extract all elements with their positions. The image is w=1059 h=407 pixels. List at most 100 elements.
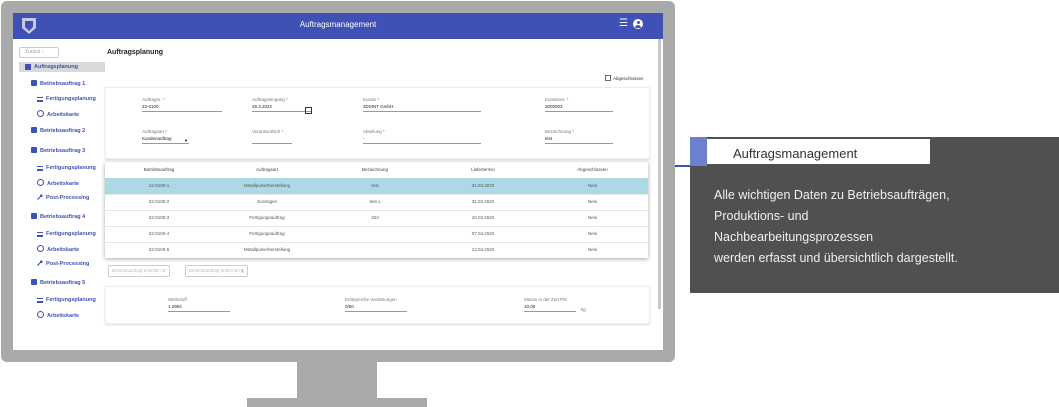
table-header[interactable]: Auftragsart: [213, 162, 321, 178]
table-header[interactable]: Betriebsauftrag: [105, 162, 213, 178]
table-cell: Nein: [587, 215, 598, 220]
main-content: Auftragsplanung Abgeschlossen Auftragnr.…: [105, 39, 657, 350]
masse-field[interactable]: Masse in der Zerl.P0/10,00 kg: [524, 297, 586, 312]
list-icon: [37, 166, 43, 171]
table-cell: 323: [371, 215, 379, 220]
doc-icon: [31, 127, 37, 133]
checkbox-box: [605, 75, 611, 81]
sidebar-item-arbeitskarte[interactable]: Arbeitskarte: [37, 110, 79, 119]
table-cell: 22-0100-4: [148, 231, 170, 236]
circle-icon: [37, 311, 44, 318]
table-cell: Nein: [587, 231, 598, 236]
dropdown-arrow-icon: ▼: [184, 138, 188, 143]
account-icon[interactable]: [633, 19, 643, 29]
info-title-box: Auftragsmanagement: [707, 139, 930, 164]
table-header[interactable]: Bezeichnung: [321, 162, 429, 178]
sidebar-item-arbeitskarte[interactable]: Arbeitskarte: [37, 311, 79, 320]
abgeschlossen-checkbox[interactable]: Abgeschlossen: [605, 75, 644, 81]
sidebar-item-fertigungsplanung[interactable]: Fertigungsplanung: [37, 230, 96, 239]
verduesungen-field: Erfolgreiche Verdüsungen 0/50: [345, 297, 407, 312]
doc-icon: [31, 279, 37, 285]
table-cell: Nein: [587, 183, 598, 188]
back-button[interactable]: Zurück ‹: [19, 47, 59, 58]
list-icon: [37, 232, 43, 237]
sidebar-item-betriebsauftrag-5[interactable]: Betriebsauftrag 5: [31, 279, 85, 288]
wrench-icon: [37, 260, 43, 266]
table-cell: 22-0100-5: [148, 247, 170, 252]
sidebar-item-post-processing[interactable]: Post-Processing: [37, 260, 89, 269]
kundennr-field[interactable]: Kundennr. * 3000003: [545, 97, 613, 112]
doc-icon: [31, 147, 37, 153]
table-cell: 10.03.2022: [471, 215, 495, 220]
table-cell: 12.04.2022: [471, 247, 495, 252]
table-cell: [321, 242, 429, 258]
table-cell: Sonstiges: [257, 199, 277, 204]
calendar-icon[interactable]: [305, 107, 312, 114]
table-row[interactable]: 22-0100-2 Sonstiges test o 31.03.2022 Ne…: [105, 194, 648, 211]
monitor-frame: Auftragsmanagement ☰ Zurück ‹ Auftragspl…: [1, 1, 675, 362]
app-title: Auftragsmanagement: [299, 20, 377, 29]
verantwortlich-field[interactable]: Verantwortlich *: [252, 129, 292, 144]
table-cell: 22-0100-1: [148, 183, 170, 188]
auftragnr-field[interactable]: Auftragnr. * 22-0100: [142, 97, 222, 112]
table-cell: [321, 226, 429, 242]
circle-icon: [37, 245, 44, 252]
doc-icon: [31, 213, 37, 219]
sidebar-item-arbeitskarte[interactable]: Arbeitskarte: [37, 245, 79, 254]
sidebar-item-betriebsauftrag-2[interactable]: Betriebsauftrag 2: [31, 127, 85, 136]
sidebar-item-fertigungsplanung[interactable]: Fertigungsplanung: [37, 95, 96, 104]
table-row[interactable]: 22-0100-4 Fertigungsauftrag 07.04.2022 N…: [105, 226, 648, 243]
sidebar-item-auftragsplanung[interactable]: Auftragsplanung: [19, 62, 105, 72]
add-icon: ⊕: [162, 268, 166, 273]
table-cell: 22-0100-2: [148, 199, 170, 204]
werkstoff-field: Werkstoff 1.2964: [168, 297, 230, 312]
doc-icon: [31, 80, 37, 86]
table-cell: 22-0100-3: [148, 215, 170, 220]
monitor-neck: [297, 362, 377, 398]
sidebar-item-betriebsauftrag-4[interactable]: Betriebsauftrag 4: [31, 213, 85, 222]
menu-icon[interactable]: ☰: [619, 18, 628, 29]
table-row[interactable]: 22-0100-3 Fertigungsauftrag 323 10.03.20…: [105, 210, 648, 227]
sidebar-item-fertigungsplanung[interactable]: Fertigungsplanung: [37, 164, 96, 173]
betriebsauftrag-entfernen-button[interactable]: Betriebsauftrag entfernen ▮: [185, 265, 248, 277]
sidebar: Zurück ‹ Auftragsplanung Betriebsauftrag…: [13, 39, 105, 350]
unit-label: kg: [581, 307, 586, 312]
table-cell: Metallpulverherstellung: [243, 183, 291, 188]
betriebsauftrag-table: Betriebsauftrag Auftragsart Bezeichnung …: [105, 162, 648, 258]
table-cell: Fertigungsauftrag: [249, 231, 285, 236]
table-cell: 31.03.2022: [471, 199, 495, 204]
sidebar-item-betriebsauftrag-1[interactable]: Betriebsauftrag 1: [31, 80, 85, 89]
scrollbar[interactable]: [658, 39, 661, 309]
info-title: Auftragsmanagement: [733, 146, 858, 161]
sidebar-item-arbeitskarte[interactable]: Arbeitskarte: [37, 179, 79, 188]
info-panel: Auftragsmanagement Alle wichtigen Daten …: [690, 137, 1059, 293]
list-icon: [37, 298, 43, 303]
sidebar-item-fertigungsplanung[interactable]: Fertigungsplanung: [37, 296, 96, 305]
table-header[interactable]: Liefertermin: [429, 162, 537, 178]
order-form-card: Auftragnr. * 22-0100 Auftragseingang * 29.…: [105, 87, 650, 159]
table-cell: Nein: [587, 247, 598, 252]
table-row[interactable]: 22-0100-1 Metallpulverherstellung test 3…: [105, 178, 648, 195]
table-cell: Nein: [587, 199, 598, 204]
doc-icon: [25, 64, 31, 70]
app-bar: Auftragsmanagement ☰: [13, 13, 663, 39]
auftragsart-select[interactable]: Auftragsart * Kundenauftrag ▼: [142, 129, 189, 144]
material-card: Werkstoff 1.2964 Erfolgreiche Verdüsungen…: [105, 286, 650, 324]
page-title: Auftragsplanung: [107, 49, 163, 56]
screen: Auftragsmanagement ☰ Zurück ‹ Auftragspl…: [13, 13, 663, 350]
bezeichnung-field[interactable]: Bezeichnung * test: [545, 129, 613, 144]
betriebsauftrag-erstellen-button[interactable]: Betriebsauftrag erstellen ⊕: [108, 265, 170, 277]
sidebar-item-betriebsauftrag-3[interactable]: Betriebsauftrag 3: [31, 147, 85, 156]
table-cell: Metallpulverherstellung: [243, 247, 291, 252]
table-cell: test: [371, 183, 379, 188]
table-row[interactable]: 22-0100-5 Metallpulverherstellung 12.04.…: [105, 242, 648, 258]
list-icon: [37, 97, 43, 102]
sidebar-item-post-processing[interactable]: Post-Processing: [37, 194, 89, 203]
table-cell: test o: [369, 199, 381, 204]
table-header[interactable]: Abgeschlossen: [537, 162, 648, 178]
table-cell: 07.04.2022: [471, 231, 495, 236]
auftragseingang-field[interactable]: Auftragseingang * 29.3.2022: [252, 97, 312, 114]
circle-icon: [37, 179, 44, 186]
abteilung-field[interactable]: Abteilung * -: [363, 129, 481, 144]
kunde-field[interactable]: Kunde * 3DSINT GmbH: [363, 97, 481, 112]
